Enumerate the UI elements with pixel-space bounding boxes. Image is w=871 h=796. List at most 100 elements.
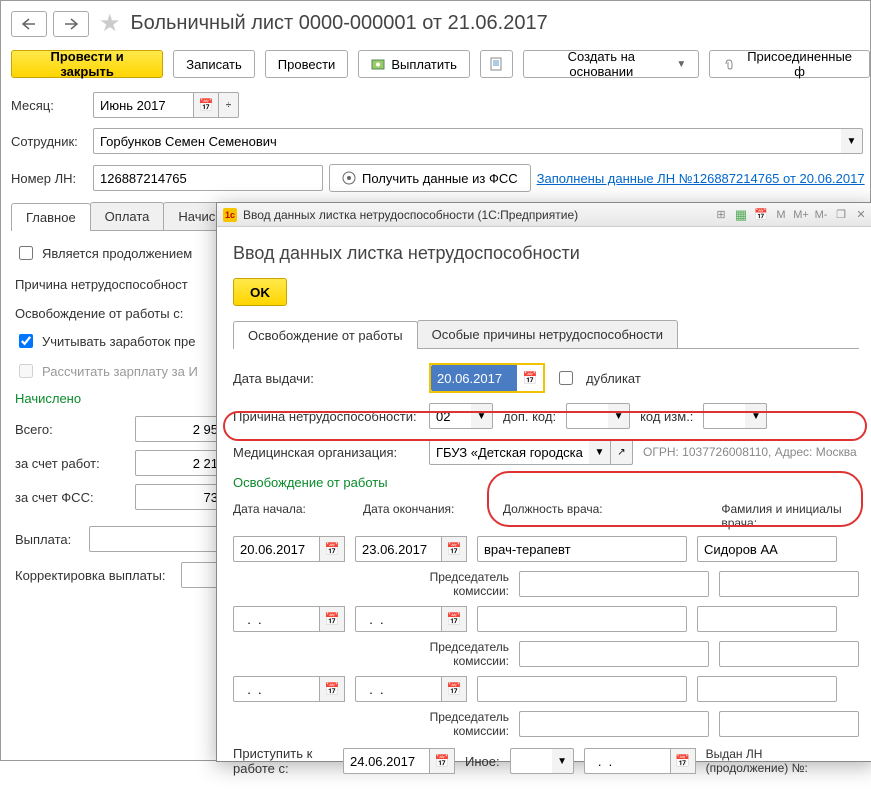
- calendar-button[interactable]: 📅: [670, 748, 696, 774]
- back-button[interactable]: [11, 11, 47, 37]
- employee-label: Сотрудник:: [11, 134, 87, 149]
- chevron-down-icon: ▼: [676, 59, 686, 70]
- fss-input[interactable]: [135, 484, 225, 510]
- chairman2-pos-input[interactable]: [519, 641, 709, 667]
- chevron-down-icon[interactable]: ▼: [552, 748, 574, 774]
- correction-label: Корректировка выплаты:: [15, 568, 175, 583]
- create-based-on-button[interactable]: Создать на основании ▼: [523, 50, 699, 78]
- chairman-name-input[interactable]: [719, 571, 859, 597]
- pay-button[interactable]: Выплатить: [358, 50, 470, 78]
- chairman-label: Председатель комиссии:: [383, 570, 509, 598]
- employer-label: за счет работ:: [15, 456, 135, 471]
- calendar-button[interactable]: 📅: [517, 365, 543, 391]
- row2-end-input[interactable]: [355, 606, 441, 632]
- issue-date-input[interactable]: [431, 365, 517, 391]
- calendar-button[interactable]: 📅: [441, 606, 467, 632]
- ln-number-input[interactable]: [93, 165, 323, 191]
- calendar-button[interactable]: 📅: [319, 676, 345, 702]
- payout-input[interactable]: [89, 526, 219, 552]
- tab-main[interactable]: Главное: [11, 203, 91, 231]
- issued-ln-label: Выдан ЛН (продолжение) №:: [706, 747, 826, 775]
- m-icon[interactable]: M: [773, 207, 789, 223]
- add-code-label: доп. код:: [503, 409, 556, 424]
- doctor-position-input[interactable]: [477, 536, 687, 562]
- row2-doctor-pos-input[interactable]: [477, 606, 687, 632]
- doctor-name-input[interactable]: [697, 536, 837, 562]
- row3-start-input[interactable]: [233, 676, 319, 702]
- row3-end-input[interactable]: [355, 676, 441, 702]
- start-date-input[interactable]: [233, 536, 319, 562]
- calendar-button[interactable]: 📅: [429, 748, 455, 774]
- favorite-star-icon[interactable]: ★: [99, 9, 121, 38]
- tab-payment[interactable]: Оплата: [90, 202, 165, 230]
- continuation-label: Является продолжением: [42, 246, 192, 261]
- row2-doctor-name-input[interactable]: [697, 606, 837, 632]
- calc-salary-label: Рассчитать зарплату за И: [42, 364, 198, 379]
- close-icon[interactable]: ✕: [853, 207, 869, 223]
- chevron-down-icon[interactable]: ▼: [745, 403, 767, 429]
- chairman3-pos-input[interactable]: [519, 711, 709, 737]
- other-date-input[interactable]: [584, 748, 670, 774]
- row3-doctor-name-input[interactable]: [697, 676, 837, 702]
- chairman3-name-input[interactable]: [719, 711, 859, 737]
- toolbar-icon[interactable]: ⊞: [713, 207, 729, 223]
- ok-button[interactable]: OK: [233, 278, 287, 306]
- end-date-input[interactable]: [355, 536, 441, 562]
- calendar-button[interactable]: 📅: [319, 606, 345, 632]
- doctor-pos-col-label: Должность врача:: [503, 502, 710, 530]
- employee-input[interactable]: [93, 128, 841, 154]
- chevron-down-icon[interactable]: ▼: [589, 439, 611, 465]
- submit-button[interactable]: Провести: [265, 50, 349, 78]
- total-input[interactable]: [135, 416, 225, 442]
- employer-input[interactable]: [135, 450, 225, 476]
- get-fss-data-button[interactable]: Получить данные из ФСС: [329, 164, 531, 192]
- restore-icon[interactable]: ❐: [833, 207, 849, 223]
- submit-and-close-button[interactable]: Провести и закрыть: [11, 50, 163, 78]
- attached-files-button[interactable]: Присоединенные ф: [709, 50, 870, 78]
- other-input[interactable]: [510, 748, 552, 774]
- attachment-icon: [722, 57, 736, 71]
- calendar-31-icon[interactable]: 📅: [753, 207, 769, 223]
- m-plus-icon[interactable]: M+: [793, 207, 809, 223]
- doctor-name-col-label: Фамилия и инициалы врача:: [721, 502, 859, 530]
- calendar-button[interactable]: 📅: [319, 536, 345, 562]
- med-org-input[interactable]: [429, 439, 589, 465]
- calendar-button[interactable]: 📅: [441, 536, 467, 562]
- duplicate-checkbox[interactable]: [559, 371, 573, 385]
- add-code-input[interactable]: [566, 403, 608, 429]
- chevron-down-icon[interactable]: ▼: [841, 128, 863, 154]
- modal-tab-special[interactable]: Особые причины нетрудоспособности: [417, 320, 678, 348]
- pay-icon: [371, 57, 385, 71]
- chairman2-name-input[interactable]: [719, 641, 859, 667]
- consider-earnings-checkbox[interactable]: [19, 334, 33, 348]
- calc-salary-checkbox: [19, 364, 33, 378]
- calendar-small-icon[interactable]: ▦: [733, 207, 749, 223]
- open-icon[interactable]: ↗: [611, 439, 633, 465]
- print-button[interactable]: [480, 50, 514, 78]
- chairman-label-3: Председатель комиссии:: [383, 710, 509, 738]
- change-code-input[interactable]: [703, 403, 745, 429]
- change-code-label: код изм.:: [640, 409, 693, 424]
- row2-start-input[interactable]: [233, 606, 319, 632]
- forward-button[interactable]: [53, 11, 89, 37]
- save-button[interactable]: Записать: [173, 50, 255, 78]
- release-from-label: Освобождение от работы с:: [15, 306, 183, 321]
- month-input[interactable]: [93, 92, 193, 118]
- fss-data-link[interactable]: Заполнены данные ЛН №126887214765 от 20.…: [537, 171, 865, 186]
- calendar-button[interactable]: 📅: [441, 676, 467, 702]
- month-stepper[interactable]: ÷: [219, 92, 239, 118]
- reason-code-input[interactable]: [429, 403, 471, 429]
- correction-input[interactable]: [181, 562, 219, 588]
- release-section-title: Освобождение от работы: [233, 475, 859, 490]
- modal-tab-release[interactable]: Освобождение от работы: [233, 321, 418, 349]
- page-title: Больничный лист 0000-000001 от 21.06.201…: [131, 12, 548, 35]
- chairman-pos-input[interactable]: [519, 571, 709, 597]
- m-minus-icon[interactable]: M-: [813, 207, 829, 223]
- chevron-down-icon[interactable]: ▼: [608, 403, 630, 429]
- continuation-checkbox[interactable]: [19, 246, 33, 260]
- modal-reason-label: Причина нетрудоспособности:: [233, 409, 419, 424]
- calendar-icon[interactable]: 📅: [193, 92, 219, 118]
- chevron-down-icon[interactable]: ▼: [471, 403, 493, 429]
- row3-doctor-pos-input[interactable]: [477, 676, 687, 702]
- return-date-input[interactable]: [343, 748, 429, 774]
